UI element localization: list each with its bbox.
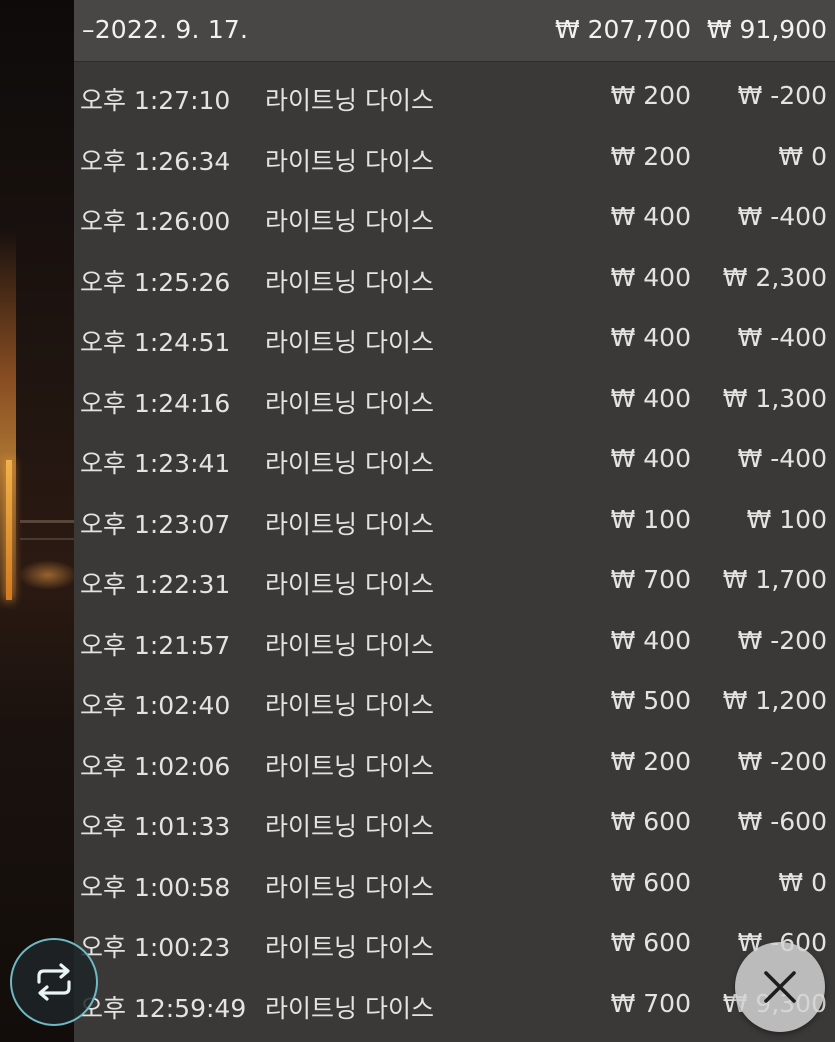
row-bet-amount: ₩ 500 <box>610 686 691 715</box>
row-time: 오후 1:00:23 <box>80 933 231 962</box>
row-game-name: 라이트닝 다이스 <box>265 812 434 841</box>
history-screen: –2022. 9. 17. ₩ 207,700 ₩ 91,900 오후 1:27… <box>0 0 835 1042</box>
row-time: 오후 1:23:41 <box>80 449 231 478</box>
row-game-name: 라이트닝 다이스 <box>265 328 434 357</box>
row-bet-amount: ₩ 700 <box>610 988 691 1018</box>
row-bet-amount: ₩ 700 <box>610 565 691 594</box>
history-row[interactable]: 오후 1:27:10 라이트닝 다이스 ₩ 200 ₩ -200 <box>74 67 835 128</box>
history-row[interactable]: 오후 1:01:33 라이트닝 다이스 ₩ 600 ₩ -600 <box>74 793 835 854</box>
row-game-name: 라이트닝 다이스 <box>265 449 434 478</box>
total-bet: ₩ 207,700 <box>554 15 691 44</box>
row-game-name: 라이트닝 다이스 <box>265 207 434 236</box>
row-bet-amount: ₩ 400 <box>610 444 691 473</box>
row-time: 오후 1:21:57 <box>80 630 231 660</box>
repeat-icon <box>37 963 71 1001</box>
row-win-amount: ₩ -200 <box>737 81 827 110</box>
history-row[interactable]: 오후 12:59:49라이트닝 다이스₩ 700₩ 9,300 <box>74 975 835 1036</box>
history-date-header[interactable]: –2022. 9. 17. ₩ 207,700 ₩ 91,900 <box>74 0 835 62</box>
row-game-name: 라이트닝 다이스 <box>265 630 434 660</box>
row-win-amount: ₩ 0 <box>778 867 827 897</box>
total-win: ₩ 91,900 <box>706 15 827 44</box>
row-win-amount: ₩ -600 <box>737 807 827 836</box>
row-win-amount: ₩ 1,300 <box>722 383 827 413</box>
row-time: 오후 1:23:07 <box>80 509 231 539</box>
history-date: –2022. 9. 17. <box>82 15 249 44</box>
close-icon <box>764 971 796 1003</box>
row-game-name: 라이트닝 다이스 <box>265 691 434 720</box>
history-row[interactable]: 오후 1:26:34 라이트닝 다이스 ₩ 200 ₩ 0 <box>74 128 835 189</box>
close-button[interactable] <box>735 942 825 1032</box>
row-time: 오후 1:27:10 <box>80 86 231 115</box>
row-time: 오후 1:24:51 <box>80 328 231 357</box>
history-list: 오후 1:27:10 라이트닝 다이스 ₩ 200 ₩ -200 오후 1:26:34 라… <box>74 67 835 1035</box>
row-bet-amount: ₩ 200 <box>610 81 691 110</box>
row-win-amount: ₩ -200 <box>737 746 827 776</box>
bet-history-panel[interactable]: –2022. 9. 17. ₩ 207,700 ₩ 91,900 오후 1:27… <box>74 0 835 1042</box>
row-game-name: 라이트닝 다이스 <box>265 751 434 781</box>
history-row[interactable]: 오후 1:25:26 라이트닝 다이스 ₩ 400 ₩ 2,300 <box>74 249 835 310</box>
row-time: 오후 1:00:58 <box>80 872 231 902</box>
history-row[interactable]: 오후 1:24:16 라이트닝 다이스 ₩ 400 ₩ 1,300 <box>74 370 835 431</box>
row-time: 오후 1:02:40 <box>80 691 231 720</box>
row-win-amount: ₩ -400 <box>737 202 827 231</box>
row-bet-amount: ₩ 400 <box>610 323 691 352</box>
row-game-name: 라이트닝 다이스 <box>265 570 434 599</box>
history-row[interactable]: 오후 1:23:07 라이트닝 다이스 ₩ 100 ₩ 100 <box>74 491 835 552</box>
history-row[interactable]: 오후 1:02:40 라이트닝 다이스 ₩ 500 ₩ 1,200 <box>74 672 835 733</box>
row-bet-amount: ₩ 400 <box>610 202 691 231</box>
history-row[interactable]: 오후 1:26:00 라이트닝 다이스 ₩ 400 ₩ -400 <box>74 188 835 249</box>
history-row[interactable]: 오후 1:00:58 라이트닝 다이스 ₩ 600 ₩ 0 <box>74 854 835 915</box>
row-time: 오후 1:01:33 <box>80 812 231 841</box>
row-win-amount: ₩ 0 <box>778 141 827 171</box>
history-row[interactable]: 오후 1:24:51 라이트닝 다이스 ₩ 400 ₩ -400 <box>74 309 835 370</box>
row-bet-amount: ₩ 400 <box>610 625 691 655</box>
row-win-amount: ₩ -200 <box>737 625 827 655</box>
row-bet-amount: ₩ 600 <box>610 867 691 897</box>
row-time: 오후 1:25:26 <box>80 267 231 297</box>
history-row[interactable]: 오후 1:22:31 라이트닝 다이스 ₩ 700 ₩ 1,700 <box>74 551 835 612</box>
repeat-button[interactable] <box>10 938 98 1026</box>
row-game-name: 라이트닝 다이스 <box>265 267 434 297</box>
row-game-name: 라이트닝 다이스 <box>265 872 434 902</box>
row-bet-amount: ₩ 200 <box>610 141 691 171</box>
row-game-name: 라이트닝 다이스 <box>265 933 434 962</box>
row-time: 오후 1:22:31 <box>80 570 231 599</box>
row-bet-amount: ₩ 600 <box>610 928 691 957</box>
row-win-amount: ₩ 1,200 <box>722 686 827 715</box>
row-win-amount: ₩ 100 <box>746 504 827 534</box>
row-bet-amount: ₩ 400 <box>610 262 691 292</box>
history-row[interactable]: 오후 1:02:06 라이트닝 다이스 ₩ 200 ₩ -200 <box>74 733 835 794</box>
row-bet-amount: ₩ 200 <box>610 746 691 776</box>
row-win-amount: ₩ -400 <box>737 323 827 352</box>
row-time: 오후 1:24:16 <box>80 388 231 418</box>
row-win-amount: ₩ -400 <box>737 444 827 473</box>
row-time: 오후 1:26:00 <box>80 207 231 236</box>
background-rail <box>20 538 76 540</box>
background-rail <box>20 520 76 523</box>
history-row[interactable]: 오후 1:23:41 라이트닝 다이스 ₩ 400 ₩ -400 <box>74 430 835 491</box>
background-light-glow <box>18 560 78 590</box>
row-game-name: 라이트닝 다이스 <box>265 388 434 418</box>
row-game-name: 라이트닝 다이스 <box>265 509 434 539</box>
row-bet-amount: ₩ 100 <box>610 504 691 534</box>
history-row[interactable]: 오후 1:21:57 라이트닝 다이스 ₩ 400 ₩ -200 <box>74 612 835 673</box>
row-time: 오후 1:02:06 <box>80 751 231 781</box>
row-game-name: 라이트닝 다이스 <box>265 86 434 115</box>
row-win-amount: ₩ 1,700 <box>722 565 827 594</box>
row-game-name: 라이트닝 다이스 <box>265 993 434 1023</box>
row-bet-amount: ₩ 600 <box>610 807 691 836</box>
game-background <box>0 0 80 1042</box>
row-win-amount: ₩ 2,300 <box>722 262 827 292</box>
row-time: 오후 1:26:34 <box>80 146 231 176</box>
background-light-bar <box>6 460 12 600</box>
history-row[interactable]: 오후 1:00:23 라이트닝 다이스 ₩ 600 ₩ -600 <box>74 914 835 975</box>
row-game-name: 라이트닝 다이스 <box>265 146 434 176</box>
row-bet-amount: ₩ 400 <box>610 383 691 413</box>
row-time: 오후 12:59:49 <box>80 993 247 1023</box>
